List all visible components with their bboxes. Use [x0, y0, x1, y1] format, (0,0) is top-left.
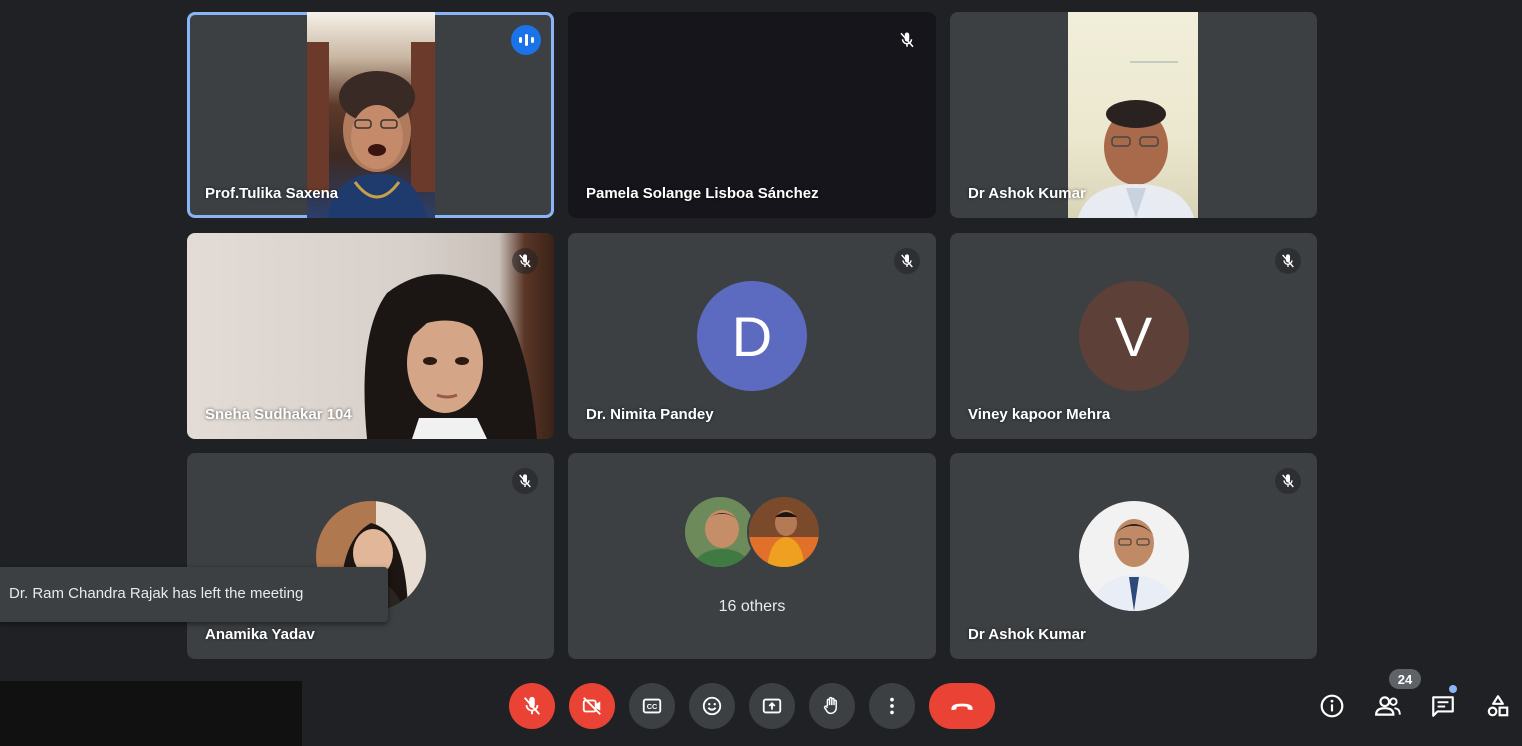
reactions-button[interactable]	[689, 683, 735, 729]
participant-name: Dr Ashok Kumar	[968, 185, 1086, 202]
microphone-off-icon	[894, 27, 920, 53]
participant-tile-tulika[interactable]: Prof.Tulika Saxena	[187, 12, 554, 218]
raise-hand-button[interactable]	[809, 683, 855, 729]
participant-tile-others[interactable]: 16 others	[568, 453, 936, 659]
participant-tile-nimita[interactable]: D Dr. Nimita Pandey	[568, 233, 936, 439]
speaker-figure	[1078, 61, 1194, 218]
people-button[interactable]	[1371, 689, 1405, 723]
present-now-button[interactable]	[749, 683, 795, 729]
microphone-toggle-button[interactable]	[509, 683, 555, 729]
participant-tile-pamela[interactable]: Pamela Solange Lisboa Sánchez	[568, 12, 936, 218]
avatar	[747, 495, 821, 569]
left-meeting-notification: Dr. Ram Chandra Rajak has left the meeti…	[0, 567, 388, 622]
microphone-off-icon	[523, 696, 541, 715]
participant-name: Pamela Solange Lisboa Sánchez	[586, 185, 819, 202]
microphone-off-icon	[1275, 248, 1301, 274]
microphone-off-icon	[894, 248, 920, 274]
activities-button[interactable]	[1481, 689, 1515, 723]
chat-notification-dot	[1449, 685, 1457, 693]
microphone-off-icon	[1275, 468, 1301, 494]
svg-text:CC: CC	[647, 702, 658, 711]
participant-name: Anamika Yadav	[205, 626, 315, 643]
participant-name: Viney kapoor Mehra	[968, 406, 1111, 423]
present-screen-icon	[762, 698, 782, 714]
participant-name: Dr. Nimita Pandey	[586, 406, 714, 423]
closed-captions-icon: CC	[642, 698, 662, 714]
hand-icon	[823, 696, 837, 715]
camera-off-icon	[582, 697, 601, 715]
others-count-label: 16 others	[718, 598, 786, 615]
avatar: D	[697, 281, 807, 391]
participant-name: Prof.Tulika Saxena	[205, 185, 339, 202]
microphone-off-icon	[512, 248, 538, 274]
chat-icon	[1432, 696, 1454, 717]
participant-tile-viney[interactable]: V Viney kapoor Mehra	[950, 233, 1317, 439]
info-icon	[1320, 694, 1344, 718]
meeting-details-button[interactable]	[1315, 689, 1349, 723]
participant-tile-anamika[interactable]: Anamika Yadav	[187, 453, 554, 659]
participant-tile-ashok-video[interactable]: Dr Ashok Kumar	[950, 12, 1317, 218]
meeting-details-area	[0, 681, 302, 746]
microphone-off-icon	[512, 468, 538, 494]
avatar	[683, 495, 757, 569]
participant-name: Sneha Sudhakar 104	[205, 406, 352, 423]
people-icon	[1375, 696, 1401, 716]
speaking-indicator-icon	[511, 25, 541, 55]
activities-icon	[1487, 695, 1509, 717]
others-avatar-group	[683, 495, 823, 571]
more-options-icon	[890, 697, 894, 715]
camera-toggle-button[interactable]	[569, 683, 615, 729]
emoji-icon	[702, 696, 722, 716]
chat-button[interactable]	[1426, 689, 1460, 723]
phone-hangup-icon	[951, 703, 973, 711]
leave-call-button[interactable]	[929, 683, 995, 729]
more-options-button[interactable]	[869, 683, 915, 729]
participant-video	[1068, 12, 1198, 218]
participant-tile-ashok-photo[interactable]: Dr Ashok Kumar	[950, 453, 1317, 659]
avatar: V	[1078, 281, 1189, 391]
participant-tile-sneha[interactable]: Sneha Sudhakar 104	[187, 233, 554, 439]
participant-name: Dr Ashok Kumar	[968, 626, 1086, 643]
avatar	[1078, 501, 1189, 611]
participant-count-badge: 24	[1389, 669, 1421, 689]
captions-button[interactable]: CC	[629, 683, 675, 729]
